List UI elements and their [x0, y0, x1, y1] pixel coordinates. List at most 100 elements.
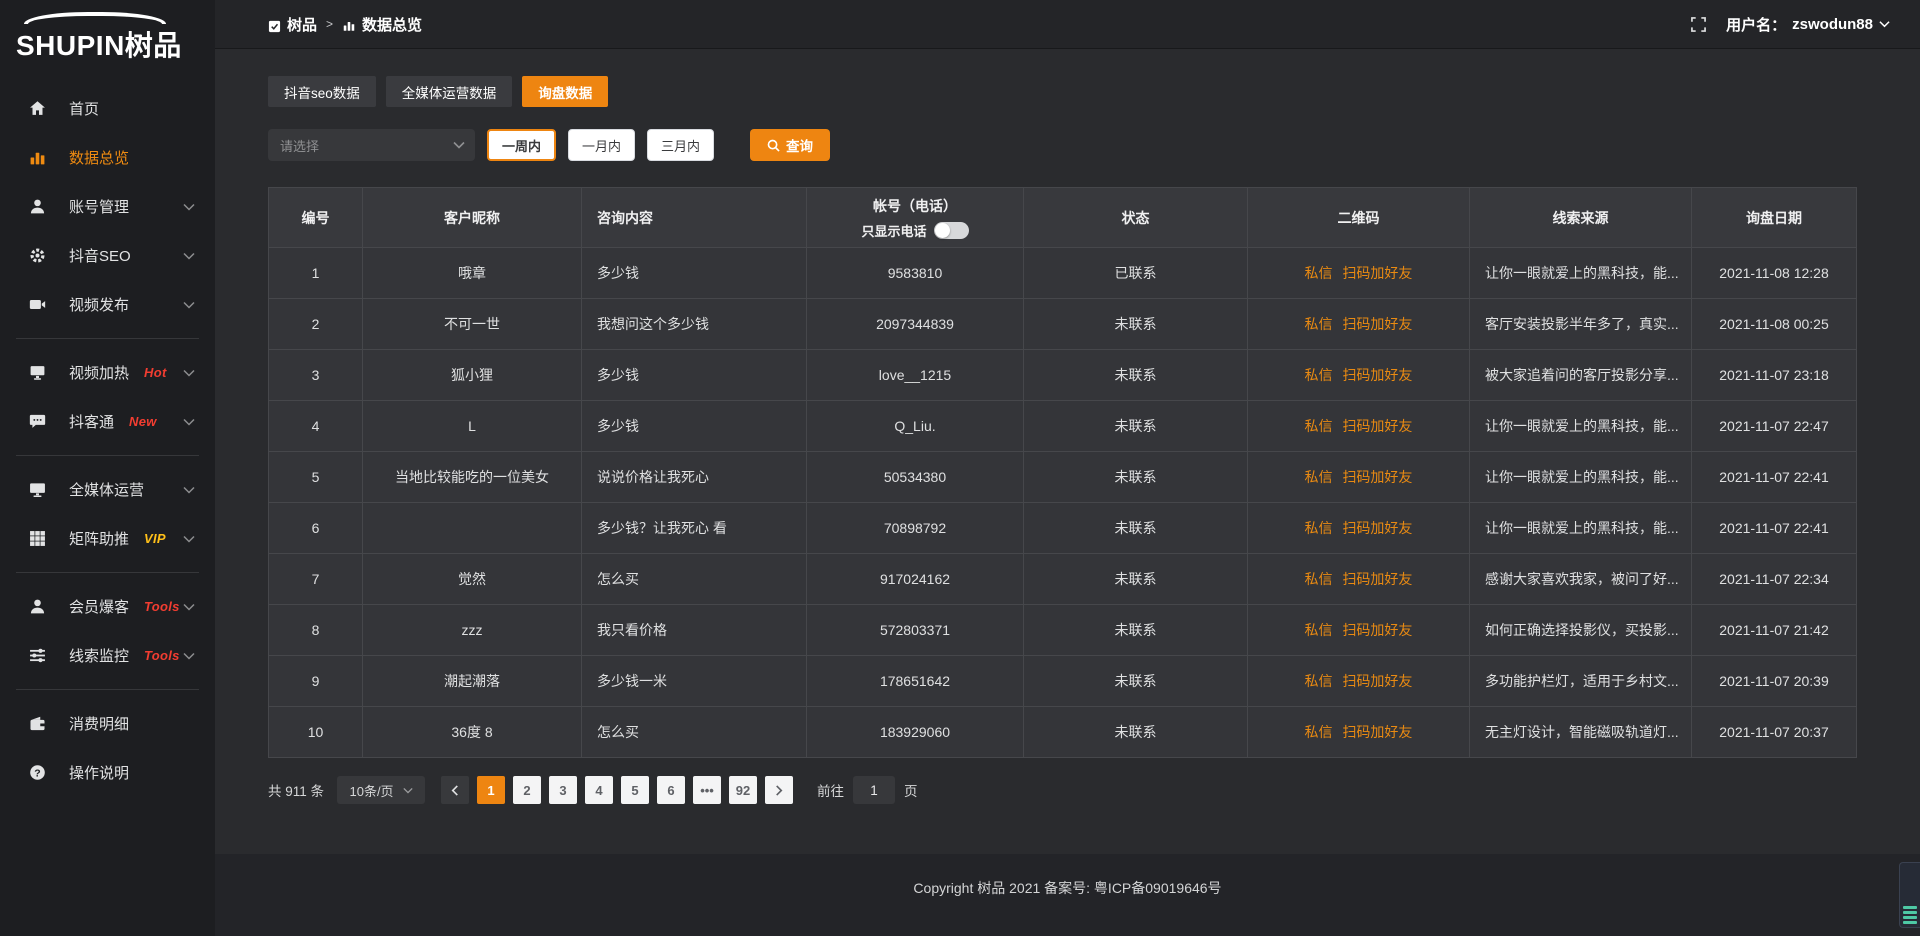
page-button-6[interactable]: 6 [657, 776, 685, 804]
sidebar-divider [16, 572, 199, 573]
qr-link-scan-add-friend[interactable]: 扫码加好友 [1342, 316, 1412, 332]
sidebar-item-member-baoke[interactable]: 会员爆客 Tools [0, 582, 215, 631]
cell-source-link[interactable]: 让你一眼就爱上的黑科技，能... [1470, 452, 1692, 503]
cell-source-link[interactable]: 感谢大家喜欢我家，被问了好... [1470, 554, 1692, 605]
goto-page-input[interactable]: 1 [853, 776, 895, 804]
qr-link-scan-add-friend[interactable]: 扫码加好友 [1342, 571, 1412, 587]
gear-icon [29, 247, 46, 264]
phone-only-toggle[interactable] [934, 222, 969, 239]
grid-icon [29, 530, 46, 547]
sidebar-item-label: 消费明细 [69, 713, 129, 734]
tab-1[interactable]: 抖音seo数据 [268, 76, 376, 107]
sidebar-item-omni-media[interactable]: 全媒体运营 [0, 465, 215, 514]
col-date: 询盘日期 [1692, 188, 1857, 248]
page-size-select[interactable]: 10条/页 [337, 776, 425, 804]
page-button-2[interactable]: 2 [513, 776, 541, 804]
chart-bar-icon [29, 149, 46, 166]
page-button-3[interactable]: 3 [549, 776, 577, 804]
table-row: 10 36度 8 怎么买 183929060 未联系 私信 扫码加好友 无主灯设… [269, 707, 1857, 758]
qr-link-scan-add-friend[interactable]: 扫码加好友 [1342, 724, 1412, 740]
sidebar-item-data-overview[interactable]: 数据总览 [0, 133, 215, 182]
qr-link-scan-add-friend[interactable]: 扫码加好友 [1342, 469, 1412, 485]
search-button[interactable]: 查询 [750, 129, 830, 161]
table-row: 1 哦章 多少钱 9583810 已联系 私信 扫码加好友 让你一眼就爱上的黑科… [269, 248, 1857, 299]
cell-source-link[interactable]: 让你一眼就爱上的黑科技，能... [1470, 248, 1692, 299]
table-row: 3 狐小狸 多少钱 love__1215 未联系 私信 扫码加好友 被大家追着问… [269, 350, 1857, 401]
qr-link-private-message[interactable]: 私信 [1305, 418, 1333, 434]
breadcrumb-item-current[interactable]: 数据总览 [342, 14, 422, 35]
table-row: 9 潮起潮落 多少钱一米 178651642 未联系 私信 扫码加好友 多功能护… [269, 656, 1857, 707]
cell-source-link[interactable]: 多功能护栏灯，适用于乡村文... [1470, 656, 1692, 707]
goto-page: 前往 1 页 [817, 776, 918, 804]
cell-status: 未联系 [1024, 707, 1248, 758]
phone-toggle-label: 只显示电话 [861, 221, 926, 240]
qr-link-private-message[interactable]: 私信 [1305, 367, 1333, 383]
qr-link-scan-add-friend[interactable]: 扫码加好友 [1342, 673, 1412, 689]
user-menu[interactable]: 用户名：zswodun88 [1726, 14, 1890, 35]
sidebar-item-account-management[interactable]: 账号管理 [0, 182, 215, 231]
qr-link-private-message[interactable]: 私信 [1305, 265, 1333, 281]
page-button-5[interactable]: 5 [621, 776, 649, 804]
table-row: 6 多少钱？让我死心 看 70898792 未联系 私信 扫码加好友 让你一眼就… [269, 503, 1857, 554]
qr-link-private-message[interactable]: 私信 [1305, 673, 1333, 689]
fullscreen-icon[interactable] [1691, 17, 1706, 32]
cell-source-link[interactable]: 让你一眼就爱上的黑科技，能... [1470, 503, 1692, 554]
qr-link-private-message[interactable]: 私信 [1305, 571, 1333, 587]
table-row: 4 L 多少钱 Q_Liu. 未联系 私信 扫码加好友 让你一眼就爱上的黑科技，… [269, 401, 1857, 452]
sidebar-item-matrix-boost[interactable]: 矩阵助推 VIP [0, 514, 215, 563]
cell-source-link[interactable]: 如何正确选择投影仪，买投影... [1470, 605, 1692, 656]
sidebar-item-label: 视频发布 [69, 294, 129, 315]
period-button-1[interactable]: 一周内 [487, 129, 556, 161]
sidebar-item-video-publish[interactable]: 视频发布 [0, 280, 215, 329]
cell-index: 10 [269, 707, 363, 758]
cell-source-link[interactable]: 客厅安装投影半年多了，真实... [1470, 299, 1692, 350]
cell-index: 7 [269, 554, 363, 605]
sidebar-item-operation-guide[interactable]: ? 操作说明 [0, 748, 215, 797]
qr-link-scan-add-friend[interactable]: 扫码加好友 [1342, 418, 1412, 434]
qr-link-scan-add-friend[interactable]: 扫码加好友 [1342, 622, 1412, 638]
sidebar-item-clue-monitor[interactable]: 线索监控 Tools [0, 631, 215, 680]
floating-widget[interactable] [1899, 862, 1920, 928]
qr-link-private-message[interactable]: 私信 [1305, 724, 1333, 740]
qr-link-scan-add-friend[interactable]: 扫码加好友 [1342, 520, 1412, 536]
qr-link-private-message[interactable]: 私信 [1305, 520, 1333, 536]
qr-link-private-message[interactable]: 私信 [1305, 622, 1333, 638]
qr-link-private-message[interactable]: 私信 [1305, 316, 1333, 332]
sidebar-item-douyin-seo[interactable]: 抖音SEO [0, 231, 215, 280]
cell-source-link[interactable]: 让你一眼就爱上的黑科技，能... [1470, 401, 1692, 452]
prev-page-button[interactable] [441, 776, 469, 804]
cell-source-link[interactable]: 被大家追着问的客厅投影分享... [1470, 350, 1692, 401]
sidebar-item-video-heating[interactable]: 视频加热 Hot [0, 348, 215, 397]
col-nickname: 客户昵称 [363, 188, 582, 248]
sidebar-item-douketong[interactable]: 抖客通 New [0, 397, 215, 446]
page-button-1[interactable]: 1 [477, 776, 505, 804]
breadcrumb-item-home[interactable]: 树品 [268, 14, 317, 35]
filter-select[interactable]: 请选择 [268, 129, 475, 161]
tab-2[interactable]: 全媒体运营数据 [386, 76, 513, 107]
period-button-2[interactable]: 一月内 [568, 129, 635, 161]
qr-link-scan-add-friend[interactable]: 扫码加好友 [1342, 367, 1412, 383]
page-ellipsis-button[interactable]: ••• [693, 776, 721, 804]
period-button-3[interactable]: 三月内 [647, 129, 714, 161]
sidebar-item-home[interactable]: 首页 [0, 84, 215, 133]
qr-link-scan-add-friend[interactable]: 扫码加好友 [1342, 265, 1412, 281]
chevron-down-icon [183, 603, 195, 611]
cell-nickname: 当地比较能吃的一位美女 [363, 452, 582, 503]
next-page-button[interactable] [765, 776, 793, 804]
qr-link-private-message[interactable]: 私信 [1305, 469, 1333, 485]
chevron-left-icon [451, 785, 459, 796]
cell-source-link[interactable]: 无主灯设计，智能磁吸轨道灯... [1470, 707, 1692, 758]
col-content: 咨询内容 [582, 188, 807, 248]
cell-status: 未联系 [1024, 554, 1248, 605]
screen-icon [29, 364, 46, 381]
sidebar-item-badge: Tools [144, 648, 180, 663]
page-button-92[interactable]: 92 [729, 776, 757, 804]
sidebar-item-label: 矩阵助推 [69, 528, 129, 549]
select-placeholder: 请选择 [280, 136, 319, 155]
username-label: 用户名： [1726, 14, 1786, 35]
cell-account: 9583810 [807, 248, 1024, 299]
tab-3[interactable]: 询盘数据 [522, 76, 608, 107]
sidebar-item-consumption-detail[interactable]: 消费明细 [0, 699, 215, 748]
cell-account: 572803371 [807, 605, 1024, 656]
page-button-4[interactable]: 4 [585, 776, 613, 804]
